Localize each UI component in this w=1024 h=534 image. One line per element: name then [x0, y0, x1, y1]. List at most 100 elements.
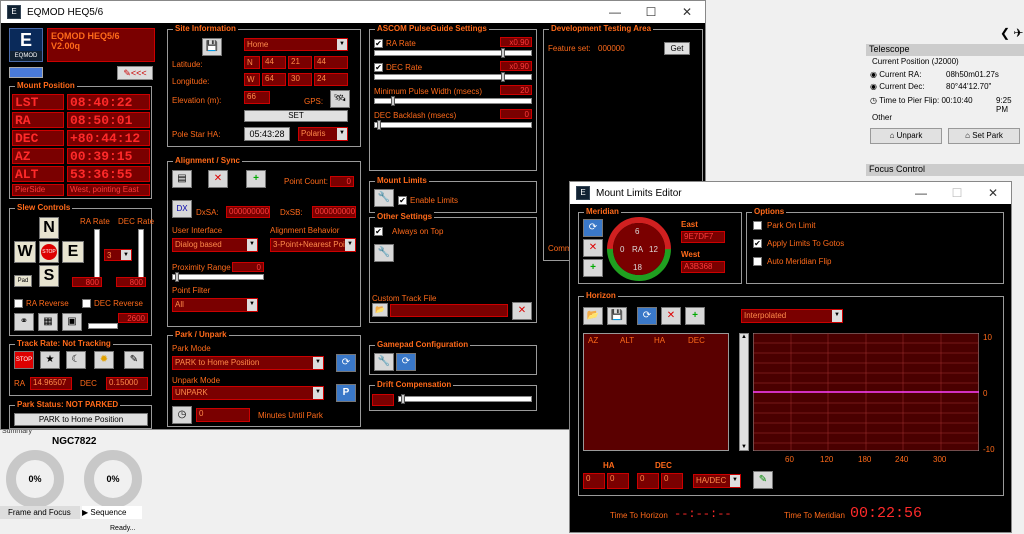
- alignment-behavior-select[interactable]: 3-Point+Nearest Point ▼: [270, 238, 356, 252]
- sidereal-star-icon[interactable]: ★: [40, 351, 60, 369]
- longitude-min[interactable]: 30: [288, 73, 312, 86]
- auto-meridian-flip-checkbox[interactable]: [753, 257, 762, 266]
- open-folder-icon[interactable]: 📂: [372, 303, 388, 317]
- longitude-direction[interactable]: W: [244, 73, 260, 86]
- gamepad-wrench-icon[interactable]: 🔧: [374, 353, 394, 371]
- longitude-sec[interactable]: 24: [314, 73, 348, 86]
- custom-track-file-input[interactable]: [390, 304, 508, 317]
- unpark-mode-select[interactable]: UNPARK ▼: [172, 386, 324, 400]
- custom-rate-icon[interactable]: ✎: [124, 351, 144, 369]
- align-list-icon[interactable]: ▤: [172, 170, 192, 188]
- latitude-direction[interactable]: N: [244, 56, 260, 69]
- apply-limits-gotos-checkbox[interactable]: ✔: [753, 239, 762, 248]
- ha-input-b[interactable]: 0: [607, 473, 629, 489]
- rate-select[interactable]: 3 ▼: [104, 249, 132, 261]
- park-refresh-icon[interactable]: ⟳: [336, 354, 356, 372]
- latitude-sec[interactable]: 44: [314, 56, 348, 69]
- timer-clock-icon[interactable]: ◷: [172, 406, 192, 424]
- horizon-save-icon[interactable]: 💾: [607, 307, 627, 325]
- horizon-open-icon[interactable]: 📂: [583, 307, 603, 325]
- limits-minimize-button[interactable]: —: [903, 182, 939, 204]
- limits-close-button[interactable]: ✕: [975, 182, 1011, 204]
- tab-sequence[interactable]: ▶ Sequence: [82, 506, 142, 519]
- gps-satellite-icon[interactable]: 🛰: [330, 90, 350, 108]
- binoculars-icon[interactable]: ⚭: [14, 313, 34, 331]
- solar-sun-icon[interactable]: ✹: [94, 351, 114, 369]
- point-filter-select[interactable]: All ▼: [172, 298, 258, 312]
- min-pulse-slider[interactable]: [374, 96, 532, 106]
- latitude-min[interactable]: 21: [288, 56, 312, 69]
- unpark-button[interactable]: ⌂ Unpark: [870, 128, 942, 144]
- pg-ra-slider[interactable]: [374, 48, 532, 58]
- minutes-value[interactable]: 0: [196, 408, 250, 422]
- slew-north-button[interactable]: N: [39, 217, 59, 239]
- ra-reverse-checkbox[interactable]: [14, 299, 23, 308]
- site-set-button[interactable]: SET: [244, 110, 348, 122]
- horizon-pick-icon[interactable]: ✎: [753, 471, 773, 489]
- dec-backlash-slider[interactable]: [374, 120, 532, 130]
- ha-input-a[interactable]: 0: [583, 473, 605, 489]
- lunar-moon-icon[interactable]: ☾: [66, 351, 86, 369]
- ra-rate-checkbox[interactable]: ✔: [374, 39, 383, 48]
- dxsa-icon[interactable]: DX: [172, 200, 192, 218]
- dec-reverse-checkbox[interactable]: [82, 299, 91, 308]
- dec-input-b[interactable]: 0: [661, 473, 683, 489]
- horizon-add-icon[interactable]: +: [685, 307, 705, 325]
- set-park-button[interactable]: ⌂ Set Park: [948, 128, 1020, 144]
- maximize-button[interactable]: ☐: [633, 1, 669, 23]
- pad-button[interactable]: Pad: [14, 275, 32, 287]
- gamepad-refresh-icon[interactable]: ⟳: [396, 353, 416, 371]
- grid-icon[interactable]: ▦: [38, 313, 58, 331]
- align-delete-icon[interactable]: ✕: [208, 170, 228, 188]
- ra-rate-slider[interactable]: [94, 229, 100, 279]
- always-on-top-checkbox[interactable]: ✔: [374, 227, 383, 236]
- longitude-deg[interactable]: 64: [262, 73, 286, 86]
- limits-wrench-icon[interactable]: 🔧: [374, 189, 394, 207]
- horizon-refresh-icon[interactable]: ⟳: [637, 307, 657, 325]
- slew-west-button[interactable]: W: [14, 241, 36, 263]
- slew-stop-button[interactable]: STOP: [39, 241, 59, 263]
- drift-slider[interactable]: [398, 394, 532, 404]
- close-button[interactable]: ✕: [669, 1, 705, 23]
- horizon-points-table[interactable]: AZ ALT HA DEC: [583, 333, 729, 451]
- elevation-value[interactable]: 66: [244, 91, 270, 104]
- park-on-limit-checkbox[interactable]: [753, 221, 762, 230]
- latitude-deg[interactable]: 44: [262, 56, 286, 69]
- save-site-icon[interactable]: 💾: [202, 38, 222, 56]
- site-select[interactable]: Home ▼: [244, 38, 348, 51]
- slew-east-button[interactable]: E: [62, 241, 84, 263]
- dec-input-a[interactable]: 0: [637, 473, 659, 489]
- dec-rate-slider[interactable]: [138, 229, 144, 279]
- minimize-button[interactable]: —: [597, 1, 633, 23]
- park-home-button[interactable]: PARK to Home Position: [14, 413, 148, 426]
- dec-rate-checkbox[interactable]: ✔: [374, 63, 383, 72]
- track-ra-value[interactable]: 14.96507: [30, 377, 72, 390]
- proximity-range-slider[interactable]: [172, 272, 264, 282]
- align-add-icon[interactable]: +: [246, 170, 266, 188]
- settings-wrench-icon[interactable]: 🔧: [374, 244, 394, 262]
- track-dec-value[interactable]: 0.15000: [106, 377, 148, 390]
- slew-south-button[interactable]: S: [39, 265, 59, 287]
- get-button[interactable]: Get: [664, 42, 690, 55]
- horizon-delete-icon[interactable]: ✕: [661, 307, 681, 325]
- horizon-mode-select[interactable]: Interpolated ▼: [741, 309, 843, 323]
- park-mode-select[interactable]: PARK to Home Position ▼: [172, 356, 324, 370]
- meridian-add-icon[interactable]: +: [583, 259, 603, 277]
- frame-icon[interactable]: ▣: [62, 313, 82, 331]
- park-add-icon[interactable]: P: [336, 384, 356, 402]
- wrench-icon[interactable]: ✎<<<: [117, 66, 153, 80]
- pole-star-select[interactable]: Polaris ▼: [298, 127, 348, 141]
- stop-track-icon[interactable]: STOP: [14, 351, 34, 369]
- extra-slider[interactable]: [88, 323, 118, 329]
- meridian-delete-icon[interactable]: ✕: [583, 239, 603, 257]
- enable-limits-checkbox[interactable]: ✔: [398, 196, 407, 205]
- display-toggle-button[interactable]: [9, 67, 43, 78]
- horizon-scrollbar[interactable]: ▲ ▼: [739, 333, 749, 451]
- limits-maximize-button[interactable]: ☐: [939, 182, 975, 204]
- clear-file-icon[interactable]: ✕: [512, 302, 532, 320]
- tab-frame-and-focus[interactable]: Frame and Focus: [0, 506, 80, 519]
- coord-select[interactable]: HA/DEC ▼: [693, 474, 741, 488]
- user-interface-select[interactable]: Dialog based ▼: [172, 238, 258, 252]
- meridian-refresh-icon[interactable]: ⟳: [583, 219, 603, 237]
- pg-dec-slider[interactable]: [374, 72, 532, 82]
